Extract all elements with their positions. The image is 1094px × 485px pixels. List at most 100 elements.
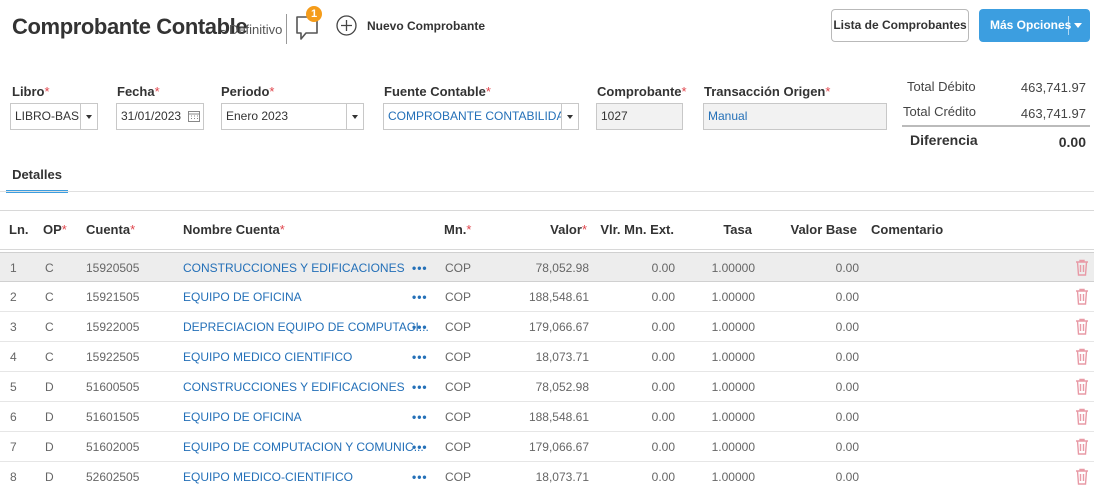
ellipsis-icon[interactable]: •••: [412, 440, 428, 454]
calendar-icon[interactable]: [188, 110, 200, 122]
cell-nombre-cuenta[interactable]: EQUIPO DE COMPUTACION Y COMUNIC...: [183, 440, 424, 454]
cell-vlr-ext: 0.00: [651, 290, 675, 304]
cell-nombre-cuenta[interactable]: EQUIPO DE OFICINA: [183, 410, 302, 424]
libro-label: Libro*: [12, 84, 50, 99]
trash-icon[interactable]: [1075, 438, 1089, 455]
libro-select[interactable]: LIBRO-BASE: [10, 103, 98, 130]
trash-icon[interactable]: [1075, 378, 1089, 395]
cell-op: D: [45, 470, 54, 484]
trash-icon[interactable]: [1075, 318, 1089, 335]
cell-valor-base: 0.00: [835, 410, 859, 424]
cell-tasa: 1.00000: [711, 290, 755, 304]
col-cuenta-header[interactable]: Cuenta*: [86, 222, 135, 237]
ellipsis-icon[interactable]: •••: [412, 410, 428, 424]
transaccion-value: Manual: [708, 109, 748, 123]
cell-valor-base: 0.00: [835, 320, 859, 334]
cell-valor: 179,066.67: [528, 440, 589, 454]
new-voucher-link[interactable]: Nuevo Comprobante: [367, 19, 485, 33]
fuente-value: COMPROBANTE CONTABILIDAD: [388, 109, 574, 123]
ellipsis-icon[interactable]: •••: [412, 261, 428, 275]
chevron-down-icon[interactable]: [561, 104, 578, 129]
table-row[interactable]: 6 D 51601505 EQUIPO DE OFICINA COP 188,548.61…: [0, 402, 1094, 432]
col-mn-header[interactable]: Mn.*: [444, 222, 471, 237]
cell-valor-base: 0.00: [835, 380, 859, 394]
voucher-list-button[interactable]: Lista de Comprobantes: [831, 9, 969, 42]
table-row[interactable]: 3 C 15922005 DEPRECIACION EQUIPO DE COMPUTA…: [0, 312, 1094, 342]
cell-tasa: 1.00000: [711, 470, 755, 484]
col-tasa-header[interactable]: Tasa: [680, 222, 752, 237]
table-row[interactable]: 8 D 52602505 EQUIPO MEDICO-CIENTIFICO COP 18,…: [0, 462, 1094, 485]
cell-ln: 1: [10, 261, 17, 275]
cell-nombre-cuenta[interactable]: CONSTRUCCIONES Y EDIFICACIONES: [183, 380, 405, 394]
cell-cuenta: 15921505: [86, 290, 140, 304]
tab-underline: [0, 191, 1094, 192]
cell-cuenta: 51601505: [86, 410, 140, 424]
col-nombre-header[interactable]: Nombre Cuenta*: [183, 222, 285, 237]
cell-valor: 18,073.71: [535, 470, 589, 484]
cell-nombre-cuenta[interactable]: CONSTRUCCIONES Y EDIFICACIONES: [183, 261, 405, 275]
table-row[interactable]: 5 D 51600505 CONSTRUCCIONES Y EDIFICACIONES…: [0, 372, 1094, 402]
table-row[interactable]: 7 D 51602005 EQUIPO DE COMPUTACION Y COMUNI…: [0, 432, 1094, 462]
cell-valor: 78,052.98: [535, 261, 589, 275]
cell-tasa: 1.00000: [711, 410, 755, 424]
cell-cuenta: 51600505: [86, 380, 140, 394]
trash-icon[interactable]: [1075, 288, 1089, 305]
cell-ln: 2: [10, 290, 17, 304]
cell-nombre-cuenta[interactable]: EQUIPO MEDICO-CIENTIFICO: [183, 470, 353, 484]
cell-tasa: 1.00000: [711, 350, 755, 364]
col-valor-base-header[interactable]: Valor Base: [770, 222, 858, 237]
plus-circle-icon[interactable]: [336, 15, 357, 36]
table-row[interactable]: 2 C 15921505 EQUIPO DE OFICINA COP 188,548.61…: [0, 282, 1094, 312]
ellipsis-icon[interactable]: •••: [412, 320, 428, 334]
ellipsis-icon[interactable]: •••: [412, 350, 428, 364]
split-divider: [1068, 16, 1069, 35]
total-credit-value: 463,741.97: [1020, 106, 1086, 121]
cell-nombre-cuenta[interactable]: EQUIPO DE OFICINA: [183, 290, 302, 304]
table-row[interactable]: 4 C 15922505 EQUIPO MEDICO CIENTIFICO COP 18,…: [0, 342, 1094, 372]
cell-cuenta: 51602005: [86, 440, 140, 454]
col-op-header[interactable]: OP*: [43, 222, 67, 237]
cell-moneda: COP: [445, 410, 472, 424]
col-ln-header[interactable]: Ln.: [9, 222, 29, 237]
ellipsis-icon[interactable]: •••: [412, 290, 428, 304]
fuente-select[interactable]: COMPROBANTE CONTABILIDAD: [383, 103, 579, 130]
cell-tasa: 1.00000: [711, 320, 755, 334]
transaccion-label: Transacción Origen*: [704, 84, 831, 99]
cell-nombre-cuenta[interactable]: EQUIPO MEDICO CIENTIFICO: [183, 350, 352, 364]
col-vlr-ext-header[interactable]: Vlr. Mn. Ext.: [590, 222, 674, 237]
table-row[interactable]: 1 C 15920505 CONSTRUCCIONES Y EDIFICACIONES…: [0, 252, 1094, 282]
periodo-select[interactable]: Enero 2023: [221, 103, 364, 130]
cell-vlr-ext: 0.00: [651, 320, 675, 334]
col-comentario-header[interactable]: Comentario: [871, 222, 943, 237]
fecha-input[interactable]: 31/01/2023: [116, 103, 204, 130]
cell-tasa: 1.00000: [711, 261, 755, 275]
cell-valor: 179,066.67: [528, 320, 589, 334]
chevron-down-icon[interactable]: [1074, 23, 1082, 28]
ellipsis-icon[interactable]: •••: [412, 380, 428, 394]
trash-icon[interactable]: [1075, 259, 1089, 276]
col-valor-header[interactable]: Valor*: [500, 222, 587, 237]
tab-detalles[interactable]: Detalles: [6, 167, 68, 193]
cell-op: C: [45, 320, 54, 334]
more-options-button[interactable]: Más Opciones: [979, 9, 1090, 42]
cell-nombre-cuenta[interactable]: DEPRECIACION EQUIPO DE COMPUTACI...: [183, 320, 429, 334]
comprobante-label: Comprobante*: [597, 84, 687, 99]
total-credit-label: Total Crédito: [903, 104, 976, 119]
cell-ln: 6: [10, 410, 17, 424]
trash-icon[interactable]: [1075, 348, 1089, 365]
trash-icon[interactable]: [1075, 468, 1089, 485]
cell-cuenta: 15922005: [86, 320, 140, 334]
cell-vlr-ext: 0.00: [651, 440, 675, 454]
periodo-value: Enero 2023: [226, 109, 289, 123]
ellipsis-icon[interactable]: •••: [412, 470, 428, 484]
chevron-down-icon[interactable]: [346, 104, 363, 129]
page-header: Comprobante Contable - Definitivo 1 Nuev…: [0, 0, 1094, 60]
trash-icon[interactable]: [1075, 408, 1089, 425]
cell-cuenta: 15920505: [86, 261, 140, 275]
cell-moneda: COP: [445, 290, 472, 304]
chevron-down-icon[interactable]: [80, 104, 97, 129]
cell-ln: 7: [10, 440, 17, 454]
cell-valor-base: 0.00: [835, 290, 859, 304]
cell-valor-base: 0.00: [835, 261, 859, 275]
difference-value: 0.00: [1058, 134, 1086, 150]
